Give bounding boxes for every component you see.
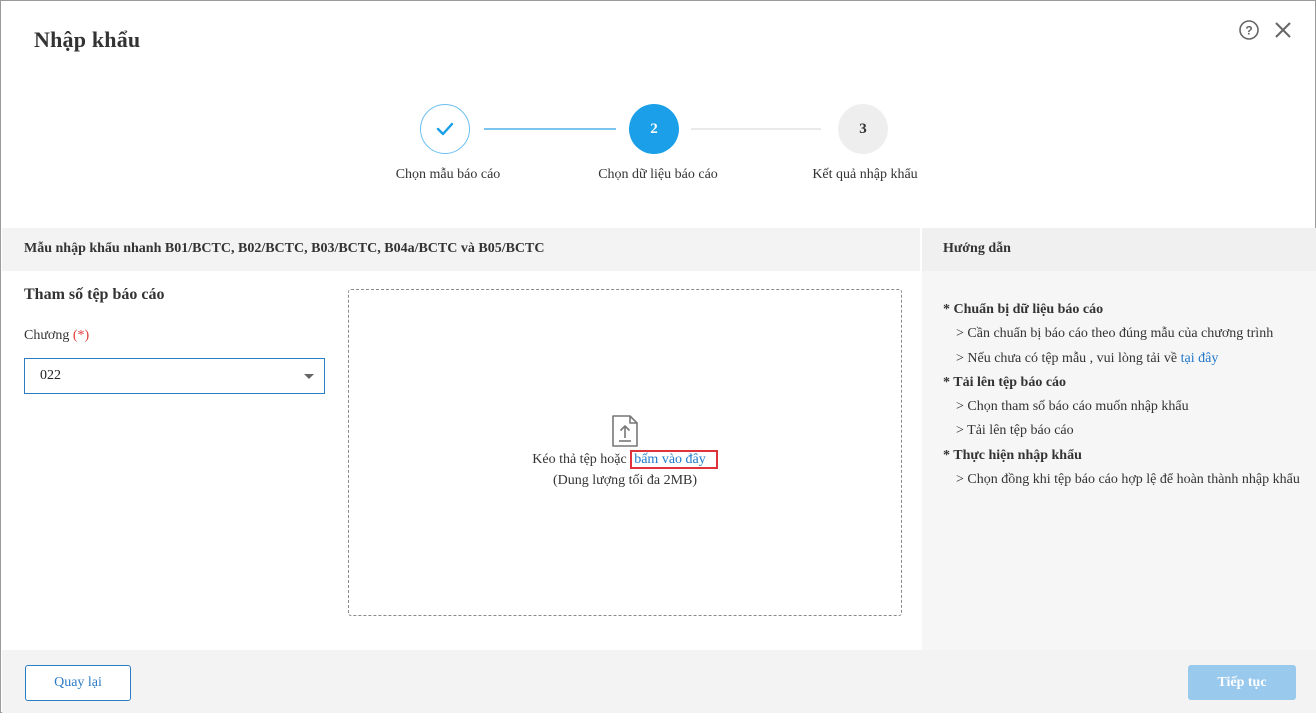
params-title: Tham số tệp báo cáo	[24, 286, 165, 303]
dropzone-limit: (Dung lượng tối đa 2MB)	[552, 473, 698, 488]
guide-section-3-head: * Thực hiện nhập khẩu	[943, 447, 1082, 463]
step-1-circle	[420, 104, 470, 154]
import-dialog: Nhập khẩu ? 2 3 Chọn mẫu báo cáo Chọn dữ…	[0, 0, 1316, 713]
step-connector-1	[484, 128, 616, 130]
guide-section-3-item-1: > Chọn đồng khi tệp báo cáo hợp lệ để ho…	[956, 472, 1300, 488]
next-button[interactable]: Tiếp tục	[1188, 665, 1296, 700]
chapter-select[interactable]: 022	[24, 358, 325, 394]
guide-panel: Hướng dẫn * Chuẩn bị dữ liệu báo cáo > C…	[922, 228, 1316, 650]
template-download-link[interactable]: tại đây	[1181, 351, 1219, 366]
step-3-circle: 3	[838, 104, 888, 154]
guide-section-1-item-1: > Cần chuẩn bị báo cáo theo đúng mẫu của…	[956, 326, 1274, 342]
chapter-select-value[interactable]: 022	[40, 368, 61, 384]
chapter-label: Chương (*)	[24, 328, 89, 344]
close-icon[interactable]	[1273, 20, 1293, 40]
guide-content: * Chuẩn bị dữ liệu báo cáo > Cần chuẩn b…	[943, 298, 1303, 492]
template-header-bar: Mẫu nhập khẩu nhanh B01/BCTC, B02/BCTC, …	[2, 228, 920, 271]
required-mark: (*)	[72, 328, 90, 343]
guide-header: Hướng dẫn	[922, 228, 1316, 271]
guide-section-2-head: * Tải lên tệp báo cáo	[943, 374, 1067, 390]
file-upload-icon	[612, 415, 638, 447]
step-1-label: Chọn mẫu báo cáo	[395, 167, 501, 182]
guide-title: Hướng dẫn	[943, 241, 1011, 256]
chapter-label-text: Chương	[24, 328, 70, 343]
dialog-footer: Quay lại Tiếp tục	[2, 650, 1316, 713]
back-button[interactable]: Quay lại	[25, 665, 131, 701]
guide-download-text: > Nếu chưa có tệp mẫu , vui lòng tải về	[956, 350, 1181, 366]
browse-link[interactable]: bấm vào đây	[630, 450, 718, 469]
guide-section-2-item-2: > Tải lên tệp báo cáo	[956, 423, 1074, 439]
guide-section-2-item-1: > Chọn tham số báo cáo muốn nhập khẩu	[956, 399, 1189, 415]
step-3-label: Kết quả nhập khẩu	[812, 167, 918, 182]
caret-down-icon[interactable]	[304, 374, 314, 379]
step-2-circle: 2	[629, 104, 679, 154]
check-icon	[436, 122, 454, 136]
step-connector-2	[691, 128, 821, 130]
dropzone-text: Kéo thả tệp hoặc	[532, 452, 631, 467]
step-2-label: Chọn dữ liệu báo cáo	[598, 167, 718, 182]
guide-section-1-item-2: > Nếu chưa có tệp mẫu , vui lòng tải về …	[943, 347, 1303, 371]
dialog-title: Nhập khẩu	[34, 27, 141, 52]
svg-text:?: ?	[1245, 24, 1252, 38]
file-dropzone[interactable]: Kéo thả tệp hoặc bấm vào đây (Dung lượng…	[348, 289, 902, 616]
dropzone-instruction: Kéo thả tệp hoặc bấm vào đây	[349, 450, 901, 469]
template-header-text: Mẫu nhập khẩu nhanh B01/BCTC, B02/BCTC, …	[24, 241, 545, 256]
help-icon[interactable]: ?	[1239, 20, 1259, 40]
guide-section-1-head: * Chuẩn bị dữ liệu báo cáo	[943, 302, 1104, 317]
